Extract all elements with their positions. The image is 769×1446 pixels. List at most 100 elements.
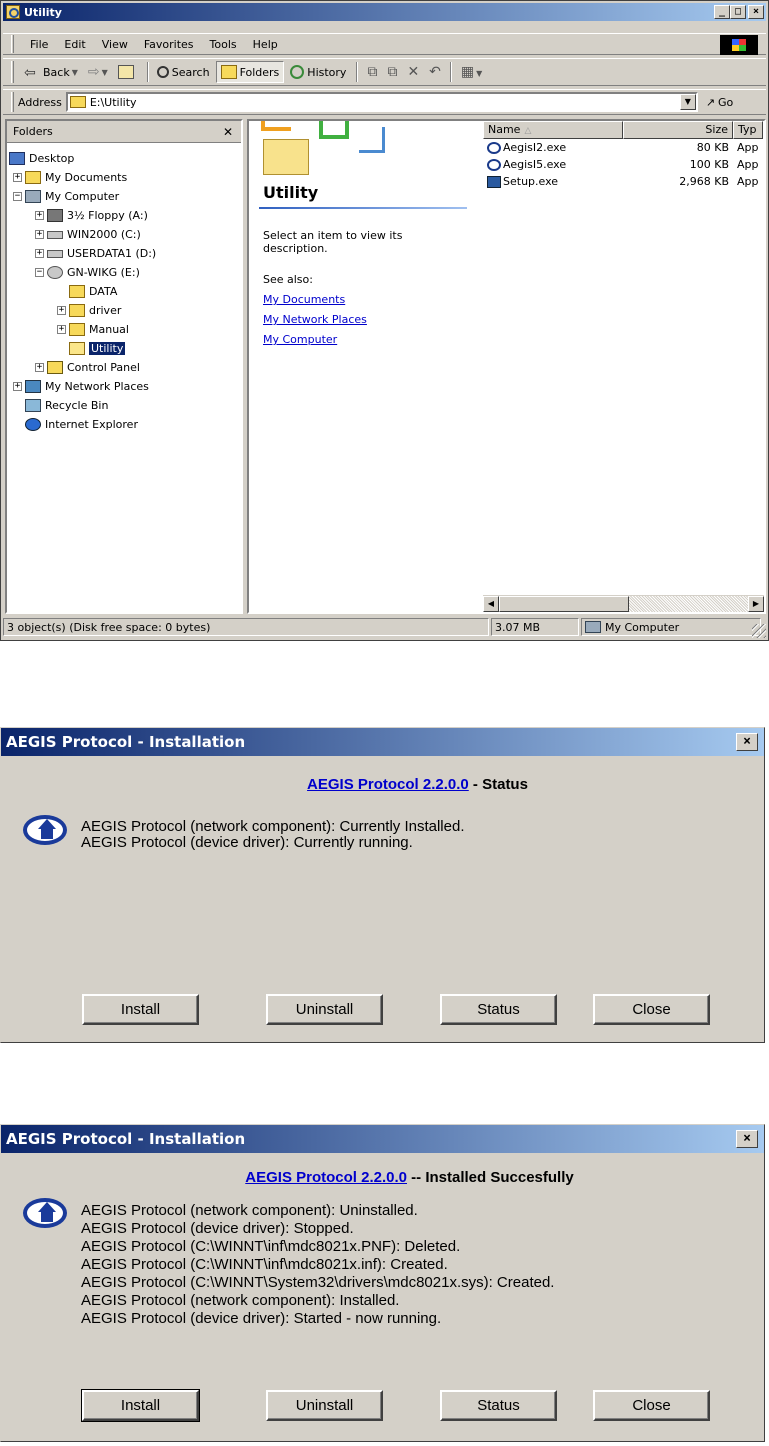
tree-item-my-documents[interactable]: + My Documents bbox=[7, 168, 241, 187]
menubar-grip[interactable] bbox=[11, 35, 14, 53]
explorer-titlebar[interactable]: Utility _ □ × bbox=[3, 3, 766, 21]
folder-tree: Desktop + My Documents − My Computer + 3… bbox=[7, 143, 241, 434]
tree-item-userdata1[interactable]: + USERDATA1 (D:) bbox=[7, 244, 241, 263]
forward-dropdown-icon[interactable]: ▼ bbox=[102, 68, 108, 77]
back-dropdown-icon[interactable]: ▼ bbox=[72, 68, 78, 77]
scroll-left-icon[interactable]: ◀ bbox=[483, 596, 499, 612]
version-link[interactable]: AEGIS Protocol 2.2.0.0 bbox=[245, 1169, 407, 1186]
maximize-button[interactable]: □ bbox=[730, 5, 746, 19]
tree-item-my-computer[interactable]: − My Computer bbox=[7, 187, 241, 206]
scroll-track[interactable] bbox=[629, 596, 748, 612]
banner-decoration bbox=[359, 127, 385, 153]
address-dropdown-icon[interactable]: ▼ bbox=[679, 94, 696, 110]
file-row[interactable]: Setup.exe 2,968 KB App bbox=[483, 173, 764, 190]
up-button[interactable] bbox=[114, 61, 141, 83]
close-dialog-button[interactable]: Close bbox=[593, 1390, 710, 1421]
uninstall-button[interactable]: Uninstall bbox=[266, 1390, 383, 1421]
horizontal-scrollbar[interactable]: ◀ ▶ bbox=[483, 595, 764, 612]
views-icon[interactable]: ▦ ▼ bbox=[456, 64, 487, 80]
folders-button[interactable]: Folders bbox=[215, 61, 285, 83]
minimize-button[interactable]: _ bbox=[714, 5, 730, 19]
uninstall-button[interactable]: Uninstall bbox=[266, 994, 383, 1025]
go-button[interactable]: ↗ Go bbox=[706, 96, 733, 109]
copy-to-icon[interactable]: ⧉ bbox=[382, 64, 402, 80]
tree-item-control-panel[interactable]: + Control Panel bbox=[7, 358, 241, 377]
file-row[interactable]: AegisI2.exe 80 KB App bbox=[483, 139, 764, 156]
column-name-header[interactable]: Name △ bbox=[483, 121, 623, 139]
dialog-titlebar[interactable]: AEGIS Protocol - Installation bbox=[1, 1125, 764, 1153]
back-button[interactable]: Back ▼ bbox=[20, 61, 82, 83]
expand-icon[interactable]: + bbox=[13, 173, 22, 182]
toolbar-grip[interactable] bbox=[11, 61, 14, 83]
close-button[interactable]: × bbox=[748, 5, 764, 19]
tree-item-data[interactable]: DATA bbox=[7, 282, 241, 301]
see-also-section: See also: My Documents My Network Places… bbox=[263, 273, 367, 346]
tree-item-manual[interactable]: + Manual bbox=[7, 320, 241, 339]
tree-item-floppy[interactable]: + 3½ Floppy (A:) bbox=[7, 206, 241, 225]
search-button[interactable]: Search bbox=[153, 61, 214, 83]
close-pane-icon[interactable]: ✕ bbox=[223, 125, 233, 139]
move-to-icon[interactable]: ⧉ bbox=[362, 64, 382, 80]
tree-item-desktop[interactable]: Desktop bbox=[7, 149, 241, 168]
menu-help[interactable]: Help bbox=[245, 38, 286, 51]
collapse-icon[interactable]: − bbox=[35, 268, 44, 277]
menu-file[interactable]: File bbox=[22, 38, 56, 51]
column-size-header[interactable]: Size bbox=[623, 121, 733, 139]
tree-item-internet-explorer[interactable]: Internet Explorer bbox=[7, 415, 241, 434]
expand-icon[interactable]: + bbox=[35, 230, 44, 239]
dialog-heading: AEGIS Protocol 2.2.0.0 -- Installed Succ… bbox=[1, 1169, 764, 1186]
close-dialog-button[interactable]: Close bbox=[593, 994, 710, 1025]
tree-label: My Documents bbox=[45, 171, 128, 184]
delete-icon[interactable]: ✕ bbox=[402, 64, 424, 80]
menu-edit[interactable]: Edit bbox=[56, 38, 93, 51]
window-title: Utility bbox=[24, 5, 62, 19]
version-link[interactable]: AEGIS Protocol 2.2.0.0 bbox=[307, 776, 469, 793]
install-button[interactable]: Install bbox=[82, 994, 199, 1025]
explorer-window: Utility _ □ × File Edit View Favorites T… bbox=[0, 0, 769, 641]
addressbar-grip[interactable] bbox=[11, 92, 14, 112]
file-row[interactable]: AegisI5.exe 100 KB App bbox=[483, 156, 764, 173]
standard-toolbar: Back ▼ ⇨ ▼ Search Folders History ⧉ ⧉ ✕ … bbox=[3, 58, 766, 86]
dialog-close-button[interactable]: × bbox=[736, 1130, 758, 1148]
install-button[interactable]: Install bbox=[81, 1389, 200, 1422]
tree-item-driver[interactable]: + driver bbox=[7, 301, 241, 320]
menu-favorites[interactable]: Favorites bbox=[136, 38, 202, 51]
tree-item-network-places[interactable]: + My Network Places bbox=[7, 377, 241, 396]
address-input[interactable]: E:\Utility ▼ bbox=[65, 92, 698, 112]
menu-tools[interactable]: Tools bbox=[202, 38, 245, 51]
file-name: AegisI2.exe bbox=[503, 141, 567, 154]
expand-icon[interactable]: + bbox=[35, 363, 44, 372]
dialog-titlebar[interactable]: AEGIS Protocol - Installation bbox=[1, 728, 764, 756]
resize-grip[interactable] bbox=[752, 624, 766, 638]
scroll-thumb[interactable] bbox=[499, 596, 629, 612]
status-button[interactable]: Status bbox=[440, 1390, 557, 1421]
expand-icon[interactable]: + bbox=[57, 306, 66, 315]
recycle-bin-icon bbox=[25, 399, 41, 412]
tree-item-recycle-bin[interactable]: Recycle Bin bbox=[7, 396, 241, 415]
tree-item-gn-wikg[interactable]: − GN-WIKG (E:) bbox=[7, 263, 241, 282]
my-documents-icon bbox=[25, 171, 41, 184]
aegis-exe-icon bbox=[487, 158, 501, 171]
expand-icon[interactable]: + bbox=[35, 211, 44, 220]
menu-view[interactable]: View bbox=[94, 38, 136, 51]
scroll-right-icon[interactable]: ▶ bbox=[748, 596, 764, 612]
status-line: AEGIS Protocol (C:\WINNT\inf\mdc8021x.in… bbox=[81, 1256, 448, 1273]
column-type-header[interactable]: Typ bbox=[733, 121, 763, 139]
folders-pane: Folders ✕ Desktop + My Documents − My Co… bbox=[5, 119, 243, 614]
dialog-close-button[interactable]: × bbox=[736, 733, 758, 751]
undo-icon[interactable]: ↶ bbox=[424, 64, 446, 80]
link-my-computer[interactable]: My Computer bbox=[263, 333, 367, 346]
history-button[interactable]: History bbox=[286, 61, 350, 83]
expand-icon[interactable]: + bbox=[57, 325, 66, 334]
link-my-network-places[interactable]: My Network Places bbox=[263, 313, 367, 326]
expand-icon[interactable]: + bbox=[13, 382, 22, 391]
expand-icon[interactable]: + bbox=[35, 249, 44, 258]
file-name: Setup.exe bbox=[503, 175, 559, 188]
forward-button[interactable]: ⇨ ▼ bbox=[84, 61, 112, 83]
control-panel-icon bbox=[47, 361, 63, 374]
tree-item-win2000[interactable]: + WIN2000 (C:) bbox=[7, 225, 241, 244]
status-button[interactable]: Status bbox=[440, 994, 557, 1025]
link-my-documents[interactable]: My Documents bbox=[263, 293, 367, 306]
collapse-icon[interactable]: − bbox=[13, 192, 22, 201]
tree-item-utility[interactable]: Utility bbox=[7, 339, 241, 358]
